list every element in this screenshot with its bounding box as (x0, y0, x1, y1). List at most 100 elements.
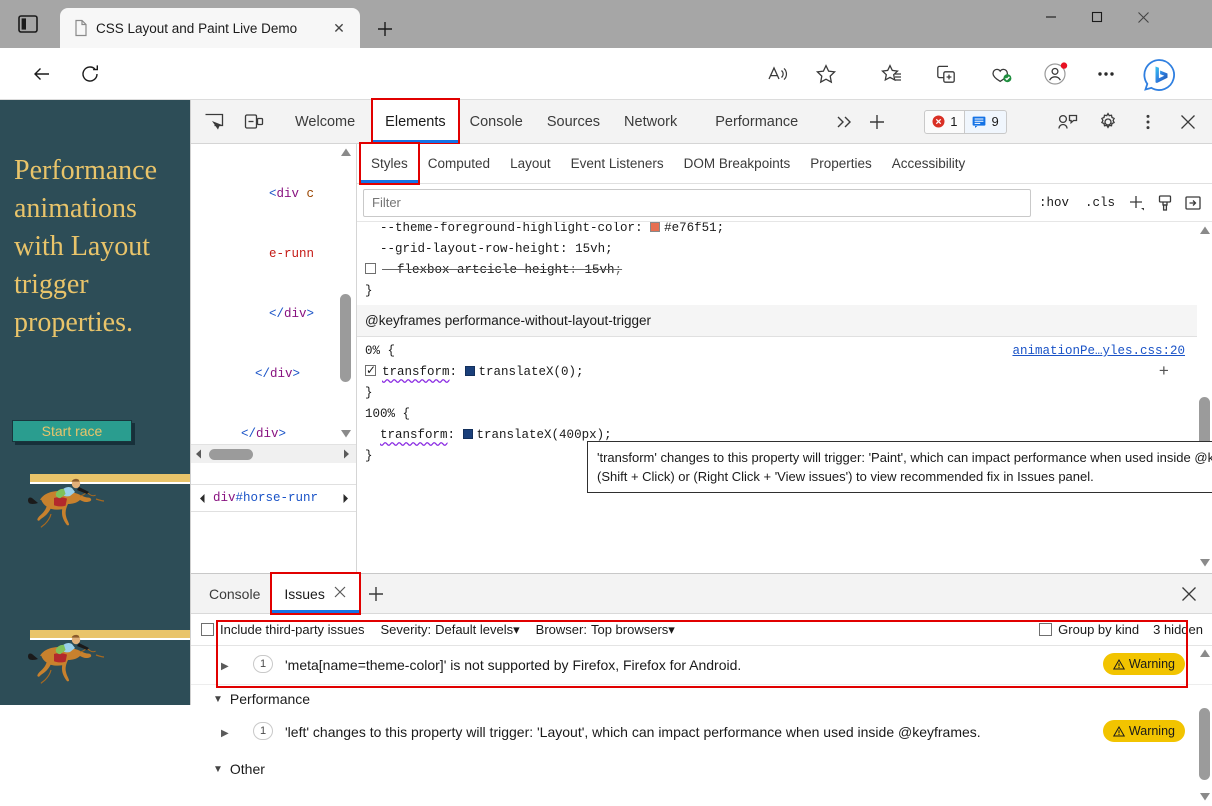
drawer-close-icon[interactable] (1171, 585, 1207, 603)
keyframes-rule-header[interactable]: @keyframes performance-without-layout-tr… (357, 305, 1197, 337)
expand-caret-icon[interactable]: ▶ (221, 656, 229, 678)
severity-dropdown[interactable]: Default levels▾ (435, 622, 520, 638)
devtools-tab-performance[interactable]: Performance (703, 100, 810, 143)
browser-essentials-heart-icon[interactable] (986, 58, 1018, 90)
scroll-right-arrow-icon[interactable] (340, 448, 352, 463)
css-property[interactable]: --theme-foreground-highlight-color (380, 222, 635, 235)
dom-tree-row[interactable]: </div> (191, 364, 356, 384)
tab-list-icon[interactable] (12, 10, 44, 38)
css-declaration-disabled[interactable]: --flexbox-artcicle-height: 15vh; (357, 260, 1197, 281)
dom-tree[interactable]: <div c e-runn </div> </div> </div> ▼<div… (191, 144, 356, 444)
css-value[interactable]: #e76f51 (664, 222, 717, 235)
inspect-element-icon[interactable] (197, 107, 231, 137)
tab-event-listeners[interactable]: Event Listeners (561, 144, 674, 183)
paintbrush-icon[interactable] (1151, 190, 1179, 216)
dom-tree-row[interactable]: <div c (191, 184, 356, 204)
issues-list[interactable]: ▶ 1 'meta[name=theme-color]' is not supp… (191, 646, 1212, 806)
devtools-close-icon[interactable] (1171, 107, 1205, 137)
devtools-add-tab-icon[interactable] (860, 113, 894, 131)
copilot-bing-icon[interactable] (1140, 56, 1178, 94)
dom-tree-row[interactable]: e-runn (191, 244, 356, 264)
breadcrumb-right-arrow-icon[interactable] (334, 493, 356, 504)
breadcrumb[interactable]: div#horse-runr (191, 484, 356, 512)
keyframe-selector[interactable]: 100% { (357, 404, 1197, 425)
star-icon[interactable] (810, 58, 842, 90)
scroll-up-arrow-icon[interactable] (1199, 224, 1211, 239)
css-value[interactable]: translateX(0); (479, 365, 584, 379)
declaration-enable-checkbox[interactable] (365, 263, 376, 274)
breadcrumb-left-arrow-icon[interactable] (191, 493, 213, 504)
message-counter[interactable]: 9 (965, 109, 1007, 134)
tab-computed[interactable]: Computed (418, 144, 500, 183)
dom-tree-row[interactable]: </div> (191, 424, 356, 444)
scroll-down-arrow-icon[interactable] (340, 427, 352, 442)
tab-dom-breakpoints[interactable]: DOM Breakpoints (674, 144, 801, 183)
reload-icon[interactable] (74, 58, 106, 90)
scroll-up-arrow-icon[interactable] (340, 146, 352, 161)
read-aloud-icon[interactable] (762, 58, 794, 90)
error-counter[interactable]: 1 (924, 109, 966, 134)
class-toggle[interactable]: .cls (1077, 196, 1123, 210)
devtools-tab-console[interactable]: Console (458, 100, 535, 143)
drawer-tab-console[interactable]: Console (197, 574, 272, 613)
css-property[interactable]: transform (380, 428, 448, 442)
scroll-left-arrow-icon[interactable] (193, 448, 205, 463)
collapse-caret-icon[interactable]: ▼ (213, 764, 223, 775)
tab-close-icon[interactable]: ✕ (326, 15, 352, 41)
transform-icon[interactable] (462, 429, 473, 439)
include-third-party-checkbox[interactable] (201, 623, 214, 636)
css-property[interactable]: --grid-layout-row-height (380, 242, 560, 256)
include-third-party-label[interactable]: Include third-party issues (220, 622, 365, 637)
new-tab-button[interactable] (372, 16, 398, 42)
group-by-kind-label[interactable]: Group by kind (1058, 622, 1139, 637)
css-declaration[interactable]: transform: translateX(0);+ (357, 360, 1197, 383)
collapse-caret-icon[interactable]: ▼ (213, 694, 223, 705)
issue-row[interactable]: ▶ 1 'meta[name=theme-color]' is not supp… (191, 646, 1212, 685)
style-source-link[interactable]: animationPe…yles.css:20 (1012, 341, 1185, 362)
expand-caret-icon[interactable]: ▶ (221, 723, 229, 745)
css-property[interactable]: transform (382, 365, 450, 379)
drawer-add-tab-icon[interactable] (359, 585, 393, 603)
devtools-tools-icon[interactable] (1051, 107, 1085, 137)
scroll-up-arrow-icon[interactable] (1199, 647, 1211, 662)
breadcrumb-item[interactable]: div#horse-runr (213, 491, 318, 505)
dom-tree-vertical-scrollbar[interactable] (338, 144, 354, 444)
keyframe-0-selector[interactable]: 0% { (365, 344, 395, 358)
tab-layout[interactable]: Layout (500, 144, 561, 183)
drawer-tab-issues[interactable]: Issues (270, 572, 361, 615)
css-value[interactable]: 15vh (575, 242, 605, 256)
browser-tab[interactable]: CSS Layout and Paint Live Demo ✕ (60, 8, 360, 48)
collections-star-icon[interactable] (876, 58, 908, 90)
group-by-kind-checkbox[interactable] (1039, 623, 1053, 636)
issues-vertical-scrollbar[interactable] (1197, 646, 1212, 806)
declaration-enable-checkbox[interactable] (365, 360, 376, 381)
dom-tree-row[interactable]: </div> (191, 304, 356, 324)
css-declaration[interactable]: --theme-foreground-highlight-color: #e76… (357, 222, 1197, 239)
issue-row-highlighted[interactable]: ▶ 1 'left' changes to this property will… (191, 713, 1212, 751)
window-maximize-button[interactable] (1074, 0, 1120, 34)
issue-group-header[interactable]: ▼ Other (191, 751, 1212, 783)
css-property[interactable]: --flexbox-artcicle-height (382, 263, 570, 277)
keyframe-100-selector[interactable]: 100% { (365, 407, 410, 421)
window-close-button[interactable] (1120, 0, 1166, 34)
styles-filter-input[interactable] (363, 188, 1031, 217)
split-screen-icon[interactable] (930, 58, 962, 90)
issues-vscroll-thumb[interactable] (1199, 708, 1210, 780)
drawer-tab-close-icon[interactable] (333, 585, 347, 602)
add-declaration-icon[interactable]: + (1159, 362, 1169, 383)
issue-group-header[interactable]: ▼ Performance (191, 685, 1212, 713)
dom-hscroll-thumb[interactable] (209, 449, 253, 460)
styles-rules-content[interactable]: --theme-foreground-highlight-color: #e76… (357, 222, 1197, 573)
css-value[interactable]: translateX(400px); (477, 428, 612, 442)
keyframe-selector[interactable]: 0% { animationPe…yles.css:20 (357, 341, 1197, 362)
transform-icon[interactable] (464, 366, 475, 376)
tab-properties[interactable]: Properties (800, 144, 882, 183)
settings-gear-icon[interactable] (1091, 107, 1125, 137)
ellipsis-icon[interactable] (1090, 58, 1122, 90)
device-emulation-icon[interactable] (237, 107, 271, 137)
profile-avatar-icon[interactable] (1040, 58, 1072, 90)
dom-vscroll-thumb[interactable] (340, 294, 351, 382)
color-swatch[interactable] (650, 222, 661, 232)
tab-styles[interactable]: Styles (359, 142, 420, 185)
back-arrow-icon[interactable] (26, 58, 58, 90)
